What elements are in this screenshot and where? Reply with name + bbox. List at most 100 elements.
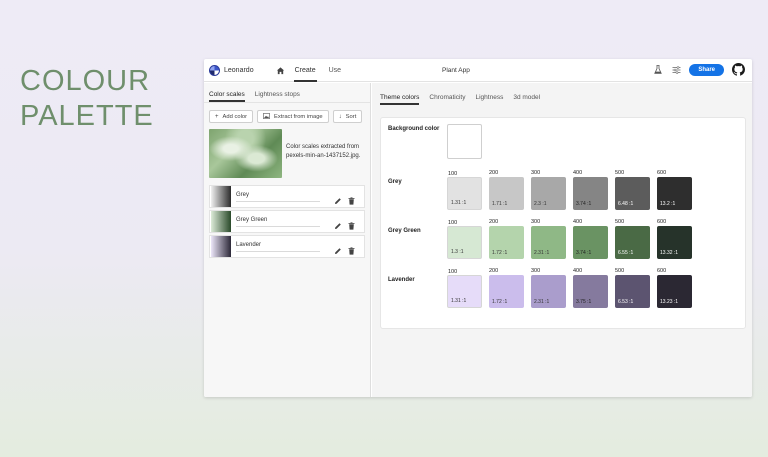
scale-swatch [211,186,231,207]
tab-theme-colors[interactable]: Theme colors [380,94,420,105]
chip-contrast-ratio: 1.72 :1 [492,299,508,305]
tab-chromaticity[interactable]: Chromaticity [429,94,465,105]
extract-from-image-label: Extract from image [274,113,323,120]
theme-row-label: Grey Green [388,228,421,234]
right-tabs: Theme colors Chromaticity Lightness 3d m… [372,83,752,105]
pencil-icon[interactable] [334,242,342,254]
trash-icon[interactable] [348,192,355,205]
hero-title: COLOUR PALETTE [20,64,154,134]
color-chip[interactable]: 100 1.3 :1 [447,220,482,259]
chip-contrast-ratio: 2.3 :1 [534,201,547,207]
flask-icon[interactable] [653,65,663,75]
color-chip[interactable]: 500 6.48 :1 [615,170,650,210]
chip-contrast-ratio: 6.53 :1 [618,299,634,305]
sliders-icon[interactable] [671,65,681,75]
extract-from-image-button[interactable]: Extract from image [257,110,329,123]
chip-step-label: 500 [615,268,625,274]
chip-step-label: 500 [615,170,625,176]
color-chip[interactable]: 200 1.72 :1 [489,268,524,308]
color-chip[interactable]: 200 1.71 :1 [489,170,524,210]
chip-step-label: 100 [448,171,458,177]
theme-row: Grey 100 1.31 :1 200 1.71 :1 300 2.3 :1 400 3.74… [388,170,743,210]
scale-name[interactable]: Grey Green [236,217,267,223]
plant-image-thumbnail [209,129,283,178]
chip-step-label: 100 [448,220,458,226]
trash-icon[interactable] [348,242,355,255]
sort-arrow-icon: ↓ [338,113,342,120]
chip-step-label: 400 [573,170,583,176]
scale-swatch [211,236,231,257]
app-name[interactable]: Leonardo [224,67,254,74]
pencil-icon[interactable] [334,217,342,229]
chip-contrast-ratio: 3.75 :1 [576,299,592,305]
left-tabs: Color scales Lightness stops [204,83,370,103]
chip-contrast-ratio: 6.55 :1 [618,250,634,256]
chip-contrast-ratio: 13.2 :1 [660,201,676,207]
color-scale-grey-green[interactable]: Grey Green [209,210,365,233]
chip-contrast-ratio: 2.31 :1 [534,250,550,256]
chip-contrast-ratio: 1.72 :1 [492,250,508,256]
color-chip[interactable]: 600 13.23 :1 [657,268,692,308]
github-icon[interactable] [732,63,745,76]
chip-step-label: 400 [573,268,583,274]
color-chip[interactable]: 300 2.3 :1 [531,170,566,210]
theme-row: Grey Green 100 1.3 :1 200 1.72 :1 300 2.31 :1 4… [388,219,743,259]
scale-name-underline [236,251,320,252]
tab-3d-model[interactable]: 3d model [513,94,540,105]
color-chip[interactable]: 500 6.55 :1 [615,219,650,259]
hero-title-line2: PALETTE [20,100,154,132]
color-chip[interactable]: 200 1.72 :1 [489,219,524,259]
project-title: Plant App [442,67,470,74]
scale-name[interactable]: Lavender [236,242,261,248]
top-bar: Leonardo Create Use Plant App Share [204,59,752,82]
tab-color-scales[interactable]: Color scales [209,91,245,102]
color-chip[interactable]: 400 3.74 :1 [573,170,608,210]
color-chip[interactable]: 400 3.75 :1 [573,268,608,308]
background-color-swatch[interactable] [447,124,482,159]
chip-step-label: 300 [531,219,541,225]
hero-title-line1: COLOUR [20,65,151,97]
sort-button[interactable]: ↓ Sort [332,110,363,123]
color-chip[interactable]: 600 13.2 :1 [657,170,692,210]
app-window: Leonardo Create Use Plant App Share Colo… [204,59,752,397]
trash-icon[interactable] [348,217,355,230]
theme-row-label: Lavender [388,277,415,283]
chip-step-label: 200 [489,219,499,225]
image-caption: Color scales extracted from pexels-min-a… [286,144,361,159]
home-icon[interactable] [276,65,286,75]
share-button[interactable]: Share [689,63,724,76]
plus-icon: + [215,113,219,120]
pencil-icon[interactable] [334,192,342,204]
color-scale-grey[interactable]: Grey [209,185,365,208]
chip-contrast-ratio: 13.23 :1 [660,299,679,305]
color-chip[interactable]: 100 1.31 :1 [447,269,482,308]
nav-use[interactable]: Use [329,67,341,74]
color-chip[interactable]: 100 1.31 :1 [447,171,482,210]
add-color-button[interactable]: + Add color [209,110,254,123]
chip-step-label: 100 [448,269,458,275]
chip-step-label: 600 [657,268,667,274]
tab-lightness-stops[interactable]: Lightness stops [255,91,300,102]
scale-swatch [211,211,231,232]
scale-name[interactable]: Grey [236,192,249,198]
chip-contrast-ratio: 1.71 :1 [492,201,508,207]
source-image-row: Color scales extracted from pexels-min-a… [209,129,365,178]
color-scale-list: Grey Grey Green Lavender [209,185,365,258]
color-scale-lavender[interactable]: Lavender [209,235,365,258]
color-chip[interactable]: 500 6.53 :1 [615,268,650,308]
chip-step-label: 200 [489,170,499,176]
chip-step-label: 600 [657,170,667,176]
tab-lightness[interactable]: Lightness [476,94,504,105]
color-chip[interactable]: 600 13.32 :1 [657,219,692,259]
chip-contrast-ratio: 2.31 :1 [534,299,550,305]
chip-step-label: 300 [531,170,541,176]
background-color-label: Background color [388,126,440,132]
top-right-actions: Share [653,63,745,76]
nav-create[interactable]: Create [293,59,317,82]
color-chip[interactable]: 300 2.31 :1 [531,219,566,259]
left-panel: Color scales Lightness stops + Add color… [204,83,371,397]
scale-name-underline [236,226,320,227]
color-chip[interactable]: 300 2.31 :1 [531,268,566,308]
color-chip[interactable]: 400 3.74 :1 [573,219,608,259]
leonardo-logo-icon[interactable] [209,64,220,76]
